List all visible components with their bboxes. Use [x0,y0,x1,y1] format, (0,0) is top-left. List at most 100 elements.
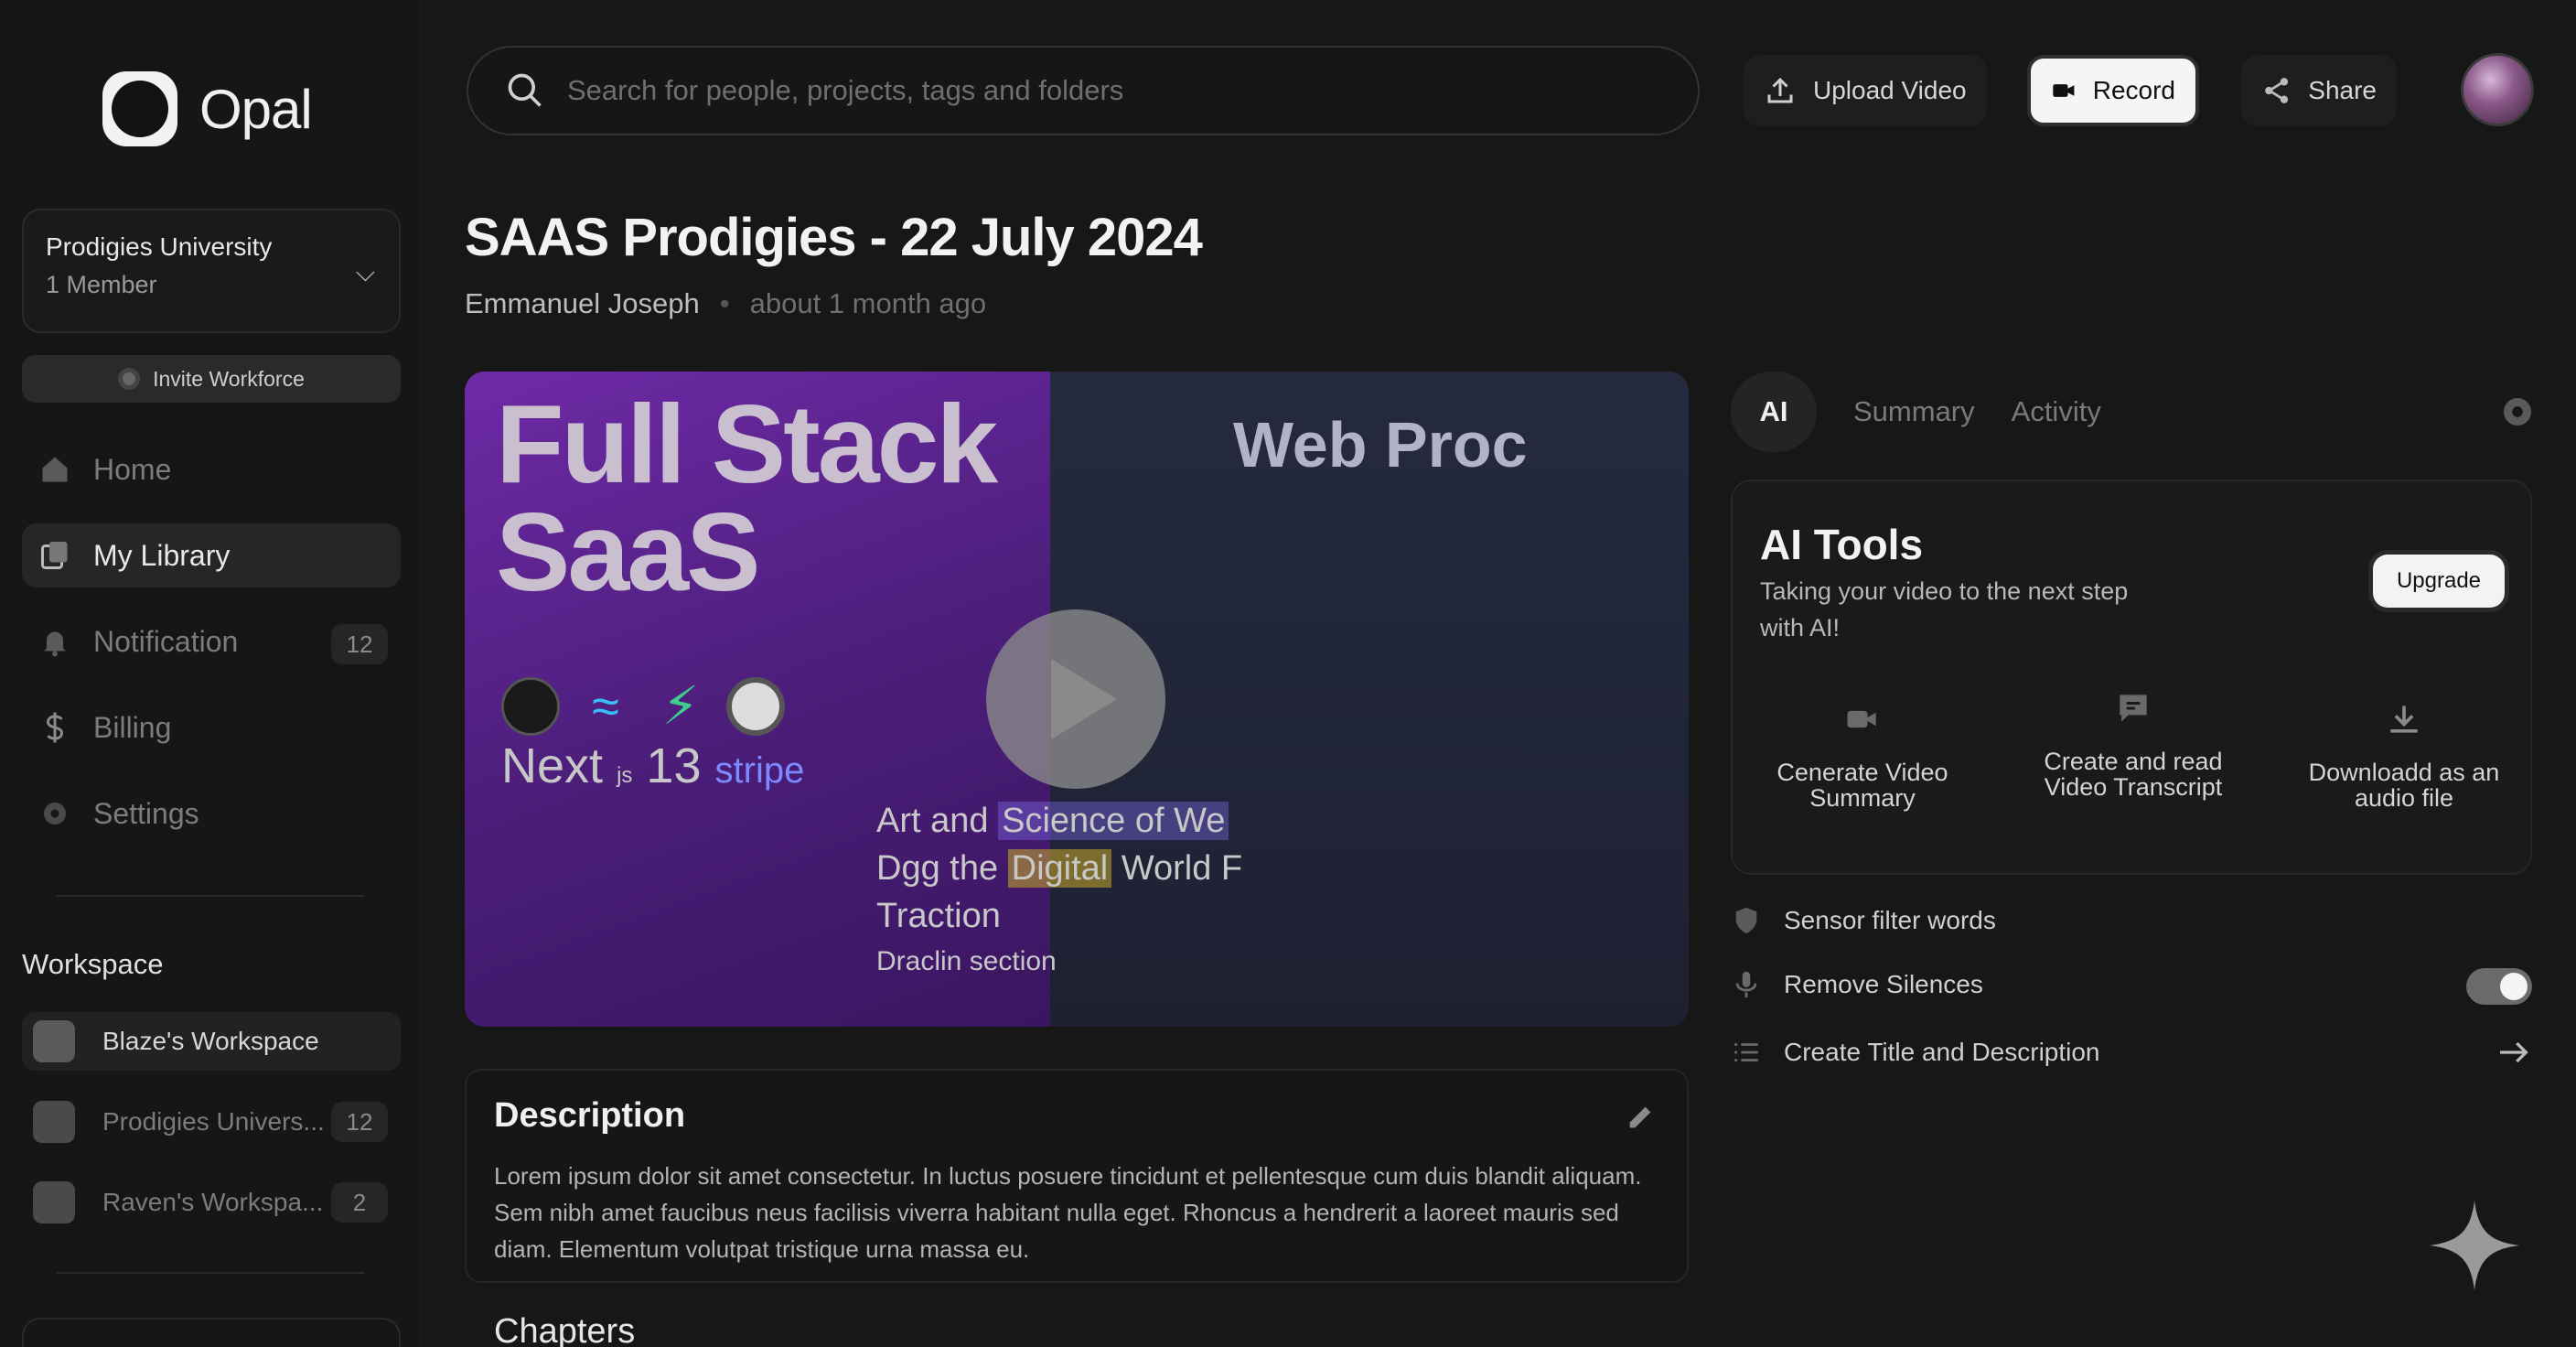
workspace-heading: Workspace [22,948,164,980]
chat-bubble-icon [2120,695,2147,722]
upload-time: about 1 month ago [749,287,987,319]
workspace-avatar [33,1181,75,1223]
caption-text: World F [1121,849,1243,888]
record-button[interactable]: Record [2027,55,2199,126]
tech-labels: Next js 13 stripe [501,738,804,794]
nav-item-my-library[interactable]: My Library [22,523,401,587]
tool-label: Create and read Video Transcript [2044,748,2223,801]
tab-summary[interactable]: Summary [1853,372,1975,452]
library-icon [38,539,71,572]
app-name: Opal [199,78,313,140]
workspace-item[interactable]: Blaze's Workspace [22,1012,401,1071]
nav-label: Billing [93,710,172,744]
remove-silences-toggle[interactable] [2466,968,2532,1005]
nav-item-notification[interactable]: Notification 12 [22,609,401,674]
workspace-item-label: Prodigies Univers... [102,1107,325,1136]
nav-label: Home [93,452,172,486]
chart-logo-icon [501,677,560,736]
sidebar-bottom-card[interactable] [22,1318,401,1347]
shield-icon [1735,907,1757,934]
workspace-avatar [33,1020,75,1062]
caption-highlight: Digital [1007,849,1112,888]
workspace-item[interactable]: Raven's Workspa... 2 [22,1173,401,1232]
headline-line: Full Stack [496,382,998,506]
sparkle-icon[interactable] [2428,1199,2521,1292]
app-logo[interactable]: Opal [102,71,313,146]
create-title-option[interactable]: Create Title and Description [1731,1029,2532,1076]
author-name: Emmanuel Joseph [465,287,700,319]
upgrade-button[interactable]: Upgrade [2373,555,2505,608]
description-title: Description [494,1096,686,1135]
chevron-down-icon: ⌵ [355,258,375,286]
thumbnail-caption: Dgg the Digital World F [876,849,1242,889]
description-card: Description Lorem ipsum dolor sit amet c… [465,1069,1689,1283]
search-icon [508,73,542,107]
invite-label: Invite Workforce [153,366,305,391]
chapters-title: Chapters [494,1312,636,1347]
share-label: Share [2308,76,2377,104]
workspace-selector[interactable]: Prodigies University 1 Member ⌵ [22,209,401,333]
nav-item-home[interactable]: Home [22,437,401,501]
upload-icon [1767,77,1793,103]
arrow-right-icon[interactable] [2496,1034,2532,1071]
nav-item-settings[interactable]: Settings [22,781,401,846]
transcript-tool[interactable]: Create and read Video Transcript [2014,688,2252,800]
workspace-list: Blaze's Workspace Prodigies Univers... 1… [22,1012,401,1254]
generate-summary-tool[interactable]: Cenerate Video Summary [1744,699,1981,811]
video-player[interactable]: Web Proc Full Stack SaaS ≈ ⚡ Next js 13 … [465,372,1689,1027]
workspace-count-badge: 2 [331,1182,388,1223]
caption-highlight: Science of We [998,802,1229,840]
search-input[interactable] [567,74,1573,107]
tech-version: 13 [646,738,702,793]
video-meta: Emmanuel Joseph • about 1 month ago [465,287,986,320]
video-camera-icon [2053,84,2075,97]
supabase-logo-icon: ⚡ [661,676,700,736]
option-label: Create Title and Description [1784,1038,2100,1066]
remove-silences-option[interactable]: Remove Silences [1731,961,2532,1008]
pencil-icon[interactable] [1625,1102,1656,1133]
nav-label: My Library [93,538,231,572]
tab-activity[interactable]: Activity [2012,372,2101,452]
prisma-logo-icon [726,677,785,736]
user-avatar[interactable] [2461,53,2534,126]
sidebar: Opal Prodigies University 1 Member ⌵ Inv… [0,0,421,1347]
share-icon [2265,78,2289,103]
caption-text: Dgg the [876,849,999,888]
list-icon [1734,1043,1758,1061]
play-button[interactable] [986,609,1165,789]
ai-tools-subtitle: Taking your video to the next step with … [1760,577,2129,641]
notification-count-badge: 12 [331,624,388,664]
tech-logos: ≈ ⚡ [501,677,785,736]
caption-text: Art and [876,802,989,840]
option-label: Remove Silences [1784,970,1983,998]
page-title: SAAS Prodigies - 22 July 2024 [465,208,1203,267]
gear-icon [38,797,71,830]
sensor-filter-option[interactable]: Sensor filter words [1731,897,2532,944]
share-button[interactable]: Share [2241,55,2397,126]
upload-video-button[interactable]: Upload Video [1744,55,1987,126]
meta-separator: • [719,287,730,319]
microphone-icon [1735,971,1757,998]
thumbnail-headline: Full Stack SaaS [496,382,998,608]
nav-item-billing[interactable]: Billing [22,695,401,760]
nav-label: Settings [93,796,199,830]
sidebar-divider [57,895,364,897]
sidebar-divider [57,1272,364,1274]
workspace-item-label: Blaze's Workspace [102,1027,319,1055]
download-icon [2390,706,2418,733]
home-icon [38,453,71,486]
description-body: Lorem ipsum dolor sit amet consectetur. … [494,1162,1642,1263]
thumbnail-caption: Traction [876,897,1001,935]
tech-stripe: stripe [714,750,805,791]
tab-ai[interactable]: AI [1731,372,1817,452]
download-audio-tool[interactable]: Downloadd as an audio file [2285,699,2523,811]
plus-circle-icon [118,368,141,390]
invite-workforce-button[interactable]: Invite Workforce [22,355,401,403]
search-bar[interactable] [467,46,1700,135]
option-label: Sensor filter words [1784,906,1996,934]
tool-label: Cenerate Video Summary [1776,759,1948,812]
gear-icon[interactable] [2499,393,2536,430]
bell-icon [38,625,71,658]
workspace-item[interactable]: Prodigies Univers... 12 [22,1093,401,1151]
workspace-members: 1 Member [46,271,157,298]
